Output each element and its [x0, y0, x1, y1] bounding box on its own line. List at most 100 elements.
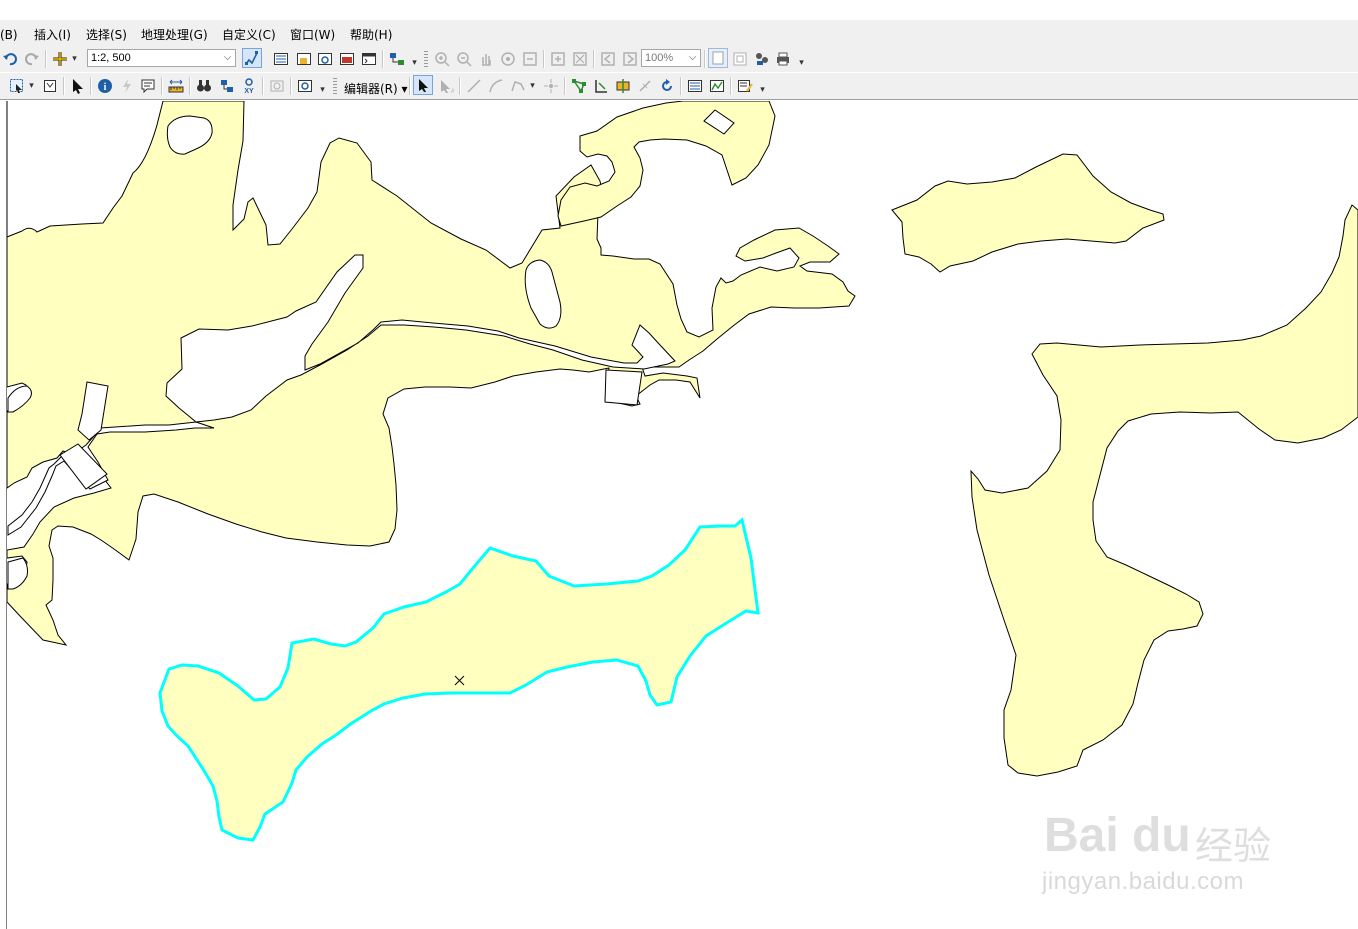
- split-icon[interactable]: [637, 78, 653, 94]
- toolbar-grip: [424, 51, 428, 67]
- edit-vertices-icon[interactable]: [571, 78, 587, 94]
- toolbar-separator: [543, 50, 545, 68]
- menu-help[interactable]: 帮助(H): [350, 26, 392, 43]
- find-route-icon[interactable]: [219, 78, 235, 94]
- map-canvas[interactable]: [0, 101, 1358, 929]
- find-binoculars-icon[interactable]: [196, 78, 212, 94]
- toolbar-separator: [382, 50, 384, 68]
- time-slider-icon[interactable]: [269, 78, 285, 94]
- menu-windows[interactable]: 窗口(W): [290, 26, 335, 43]
- toolbar-separator: [680, 77, 682, 95]
- land-polygon[interactable]: [970, 204, 1358, 777]
- toolbar-overflow-icon[interactable]: ▾: [797, 56, 806, 70]
- cut-polygons-icon[interactable]: [615, 78, 631, 94]
- go-to-xy-icon[interactable]: XY: [241, 78, 257, 94]
- menu-bar: 度(B) 插入(I) 选择(S) 地理处理(G) 自定义(C) 窗口(W) 帮助…: [0, 20, 1358, 46]
- html-popup-icon[interactable]: [140, 78, 156, 94]
- select-features-icon[interactable]: [9, 78, 25, 94]
- chevron-down-icon[interactable]: ⌵: [220, 50, 235, 66]
- toolbar-separator: [593, 50, 595, 68]
- fixed-zoom-icon[interactable]: [522, 51, 538, 67]
- edit-tool-button[interactable]: [413, 75, 433, 95]
- zoom-combo[interactable]: 100% ⌵: [641, 49, 701, 67]
- scale-combo[interactable]: 1:2, 500 ⌵: [87, 49, 236, 67]
- rotate-icon[interactable]: [659, 78, 675, 94]
- menu-geoprocessing[interactable]: 地理处理(G): [141, 26, 208, 43]
- land-polygon[interactable]: [891, 153, 1165, 273]
- page-icon: [712, 51, 724, 65]
- hyperlink-icon[interactable]: [119, 78, 135, 94]
- print-icon[interactable]: [775, 51, 791, 67]
- end-point-arc-icon[interactable]: [488, 78, 504, 94]
- menu-insert[interactable]: 插入(I): [34, 26, 71, 43]
- redo-icon[interactable]: [24, 51, 40, 67]
- add-data-dropdown-icon[interactable]: ▾: [70, 52, 79, 66]
- scale-value: 1:2, 500: [91, 52, 131, 64]
- add-data-icon[interactable]: [52, 51, 68, 67]
- trace-icon[interactable]: [510, 78, 526, 94]
- undo-icon[interactable]: [2, 51, 18, 67]
- editor-menu[interactable]: 编辑器(R) ▾: [344, 80, 408, 97]
- toolbar-separator: [564, 77, 566, 95]
- toolbar-separator: [290, 77, 292, 95]
- identify-results-icon[interactable]: [754, 51, 770, 67]
- model-builder-icon[interactable]: [389, 51, 405, 67]
- zoom-in-icon[interactable]: [434, 51, 450, 67]
- menu-customize[interactable]: 自定义(C): [222, 26, 276, 43]
- title-strip: [0, 0, 1358, 20]
- tools-editor-toolbar: ▾ i XY ▾ 编辑器(R) ▾ A ▾ ▾: [0, 73, 1358, 100]
- svg-text:XY: XY: [244, 88, 254, 94]
- toolbar-overflow-icon[interactable]: ▾: [758, 83, 767, 97]
- create-features-icon[interactable]: [737, 78, 753, 94]
- clear-selection-icon[interactable]: [42, 78, 58, 94]
- standard-toolbar: ▾ 1:2, 500 ⌵ ▾ 100% ⌵ ▾: [0, 46, 1358, 72]
- watermark-url: jingyan.baidu.com: [1042, 868, 1244, 895]
- toolbar-overflow-icon[interactable]: ▾: [410, 56, 419, 70]
- menu-selection[interactable]: 选择(S): [86, 26, 127, 43]
- fixed-zoom-in-icon[interactable]: [550, 51, 566, 67]
- map-display[interactable]: [0, 101, 1358, 929]
- map-frame-edge: [6, 101, 7, 929]
- pan-icon[interactable]: [478, 51, 494, 67]
- sketch-properties-icon[interactable]: [709, 78, 725, 94]
- toolbar-separator: [704, 50, 706, 68]
- editor-toolbar-toggle-button[interactable]: [242, 48, 262, 68]
- toolbar-separator: [63, 77, 65, 95]
- select-page-button[interactable]: [708, 48, 728, 68]
- catalog-icon[interactable]: [296, 51, 312, 67]
- table-of-contents-icon[interactable]: [273, 51, 289, 67]
- zoom-out-icon[interactable]: [456, 51, 472, 67]
- edit-tool-icon: [419, 79, 428, 92]
- next-extent-icon[interactable]: [622, 51, 638, 67]
- toolbar-separator: [409, 77, 411, 95]
- edit-annotation-icon[interactable]: A: [438, 78, 454, 94]
- fixed-zoom-out-icon[interactable]: [572, 51, 588, 67]
- toolbar-overflow-icon[interactable]: ▾: [318, 83, 327, 97]
- zoom-whole-page-icon[interactable]: [732, 51, 748, 67]
- full-extent-icon[interactable]: [500, 51, 516, 67]
- menu-view[interactable]: 度(B): [0, 26, 18, 43]
- attributes-icon[interactable]: [687, 78, 703, 94]
- chevron-down-icon[interactable]: ⌵: [685, 50, 700, 66]
- reshape-feature-icon[interactable]: [593, 78, 609, 94]
- measure-icon[interactable]: [168, 78, 184, 94]
- previous-extent-icon[interactable]: [600, 51, 616, 67]
- point-icon[interactable]: [543, 78, 559, 94]
- svg-text:A: A: [451, 89, 454, 94]
- identify-icon[interactable]: i: [97, 78, 113, 94]
- arctoolbox-icon[interactable]: [339, 51, 355, 67]
- select-features-dropdown-icon[interactable]: ▾: [27, 79, 36, 93]
- land-polygon[interactable]: [557, 101, 776, 227]
- toolbar-grip: [333, 78, 337, 94]
- toolbar-separator: [45, 50, 47, 68]
- toolbar-separator: [730, 77, 732, 95]
- construction-tools-dropdown-icon[interactable]: ▾: [528, 79, 537, 93]
- straight-segment-icon[interactable]: [466, 78, 482, 94]
- land-hole: [604, 369, 643, 406]
- toolbar-separator: [189, 77, 191, 95]
- create-viewer-window-icon[interactable]: [297, 78, 313, 94]
- watermark-brand: Bai du: [1044, 809, 1191, 862]
- select-elements-icon[interactable]: [70, 78, 86, 94]
- search-window-icon[interactable]: [317, 51, 333, 67]
- python-window-icon[interactable]: [361, 51, 377, 67]
